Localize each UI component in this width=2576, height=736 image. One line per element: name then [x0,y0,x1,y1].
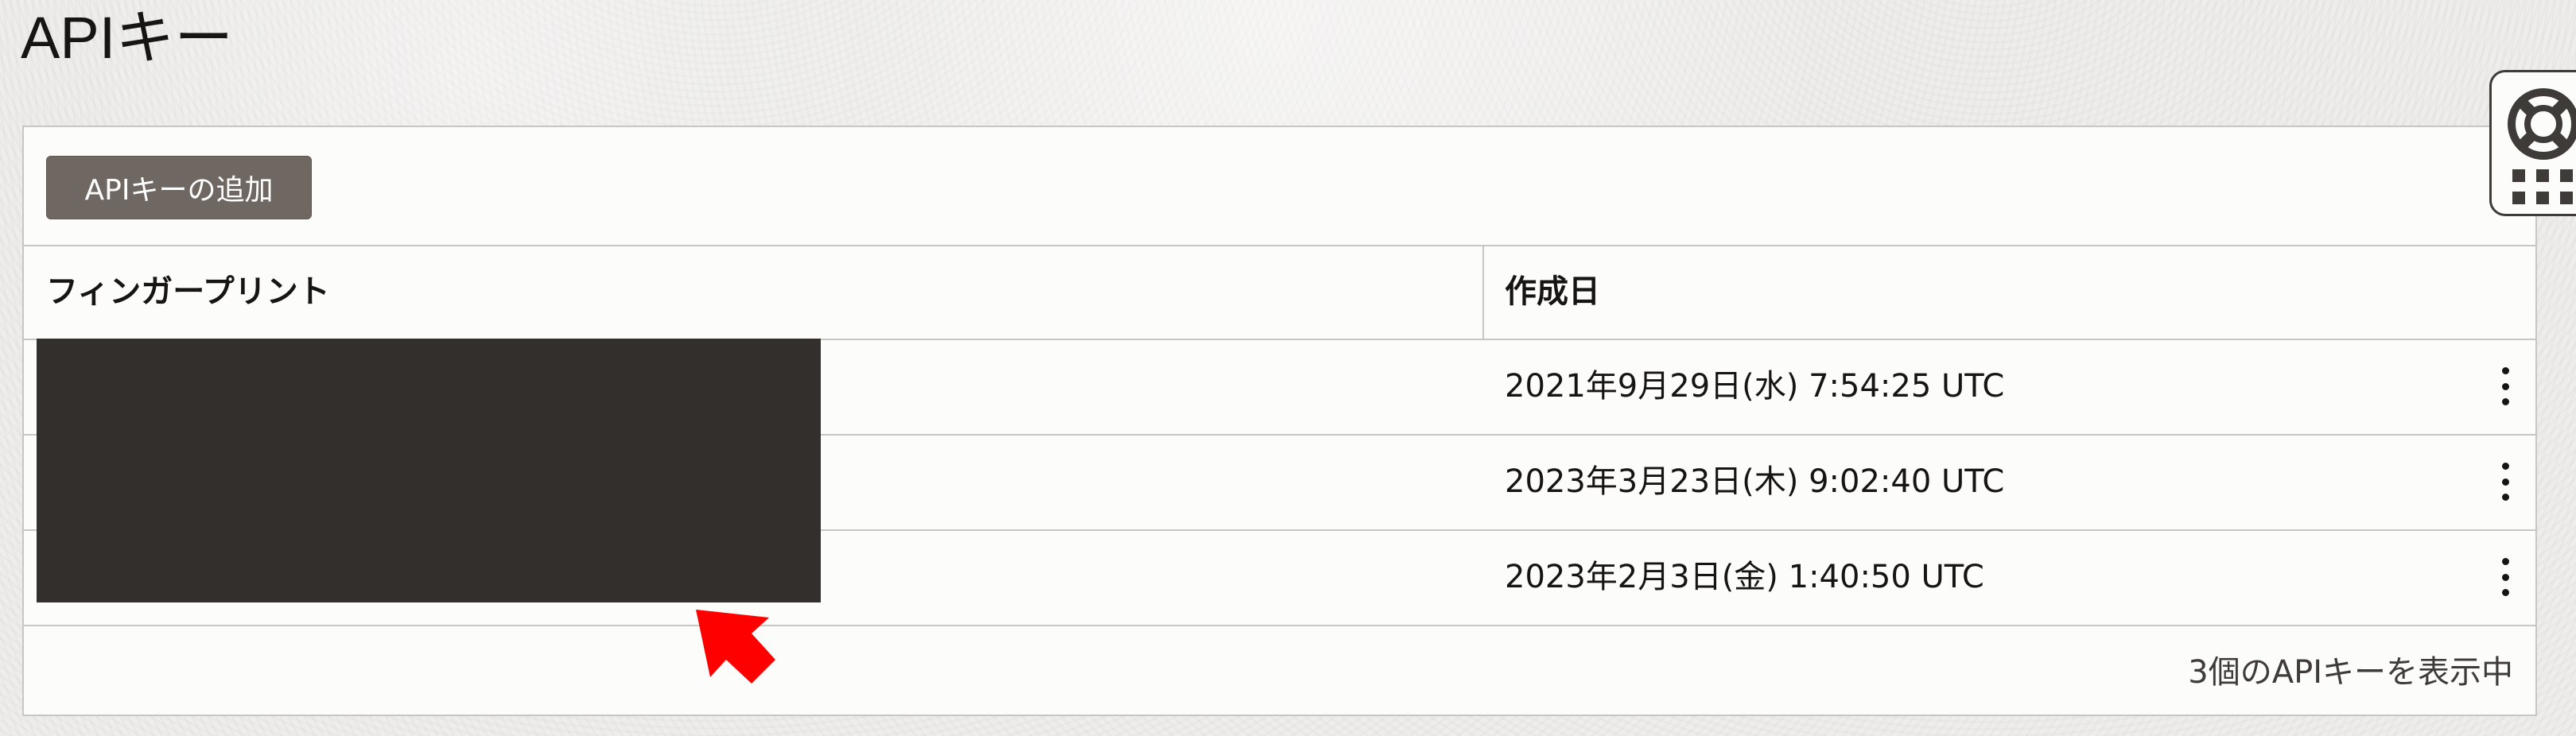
created-date-cell: 2023年2月3日(金) 1:40:50 UTC [1505,559,1984,595]
created-date-cell: 2023年3月23日(木) 9:02:40 UTC [1505,463,2005,500]
column-header-fingerprint[interactable]: フィンガープリント [46,245,330,339]
apps-grid-icon[interactable] [2509,166,2576,206]
add-api-key-button[interactable]: APIキーの追加 [46,156,312,219]
help-widget[interactable] [2489,70,2576,216]
lifebuoy-icon[interactable] [2504,85,2576,163]
row-actions-kebab-icon[interactable] [2491,463,2520,501]
table-header-row: フィンガープリント 作成日 [24,245,2535,340]
created-date-cell: 2021年9月29日(水) 7:54:25 UTC [1505,368,2005,405]
red-arrow-icon [696,610,775,684]
toolbar: APIキーの追加 [24,127,2535,246]
fingerprint-redaction-block [37,339,821,602]
page-title: APIキー [21,5,234,71]
row-actions-kebab-icon[interactable] [2491,367,2520,405]
column-divider [1482,245,1484,339]
row-count-status: 3個のAPIキーを表示中 [2188,654,2513,691]
column-header-created[interactable]: 作成日 [1505,245,1600,339]
row-actions-kebab-icon[interactable] [2491,558,2520,596]
api-keys-panel: APIキーの追加 フィンガープリント 作成日 2021年9月29日(水) 7:5… [22,126,2537,716]
